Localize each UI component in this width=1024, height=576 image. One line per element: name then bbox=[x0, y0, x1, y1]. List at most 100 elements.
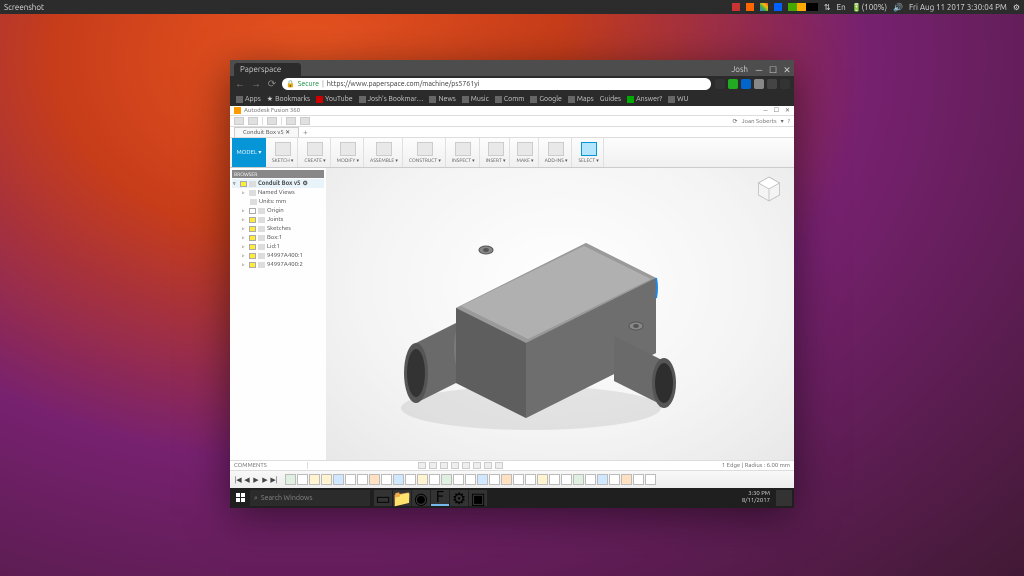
fusion-user-name[interactable]: Joan Soberts bbox=[742, 118, 777, 125]
timeline-feature[interactable] bbox=[525, 474, 536, 485]
taskbar-explorer-icon[interactable]: 📁 bbox=[393, 490, 411, 506]
timeline-feature[interactable] bbox=[477, 474, 488, 485]
browser-item[interactable]: ▹Named Views bbox=[232, 188, 324, 197]
browser-item[interactable]: ▹Joints bbox=[232, 215, 324, 224]
display-button[interactable] bbox=[473, 462, 481, 469]
ribbon-assemble[interactable]: ASSEMBLE ▾ bbox=[366, 138, 403, 167]
bookmark-item[interactable]: Comm bbox=[495, 95, 524, 103]
timeline-feature[interactable] bbox=[585, 474, 596, 485]
orbit-button[interactable] bbox=[418, 462, 426, 469]
bookmark-item[interactable]: Answer? bbox=[627, 95, 662, 103]
timeline-feature[interactable] bbox=[441, 474, 452, 485]
doc-tab[interactable]: Conduit Box v5 ✕ bbox=[234, 127, 299, 137]
bookmark-item[interactable]: ★Bookmarks bbox=[267, 95, 310, 103]
tray-network-icon[interactable]: ⇅ bbox=[824, 3, 831, 12]
zoom-button[interactable] bbox=[451, 462, 459, 469]
fusion-timeline[interactable]: |◀ ◀ ▶ ▶ ▶| bbox=[230, 470, 794, 488]
timeline-feature[interactable] bbox=[405, 474, 416, 485]
timeline-feature[interactable] bbox=[369, 474, 380, 485]
qat-file-button[interactable] bbox=[248, 117, 258, 125]
qat-undo-button[interactable] bbox=[286, 117, 296, 125]
timeline-feature[interactable] bbox=[537, 474, 548, 485]
fusion-3d-viewport[interactable] bbox=[326, 168, 794, 460]
timeline-feature[interactable] bbox=[645, 474, 656, 485]
tray-dropbox-icon[interactable] bbox=[774, 3, 782, 11]
timeline-feature[interactable] bbox=[609, 474, 620, 485]
timeline-feature[interactable] bbox=[597, 474, 608, 485]
taskbar-settings-icon[interactable]: ⚙ bbox=[450, 490, 468, 506]
bookmark-item[interactable]: Music bbox=[462, 95, 489, 103]
ribbon-make[interactable]: MAKE ▾ bbox=[512, 138, 538, 167]
ribbon-insert[interactable]: INSERT ▾ bbox=[482, 138, 511, 167]
chrome-tab-paperspace[interactable]: Paperspace bbox=[234, 63, 301, 76]
bookmark-apps[interactable]: Apps bbox=[236, 95, 261, 103]
timeline-feature[interactable] bbox=[429, 474, 440, 485]
ribbon-inspect[interactable]: INSPECT ▾ bbox=[448, 138, 480, 167]
ribbon-construct[interactable]: CONSTRUCT ▾ bbox=[405, 138, 446, 167]
timeline-feature[interactable] bbox=[297, 474, 308, 485]
workspace-switcher[interactable]: MODEL ▾ bbox=[232, 138, 266, 167]
timeline-feature[interactable] bbox=[501, 474, 512, 485]
view-cube[interactable] bbox=[754, 174, 784, 204]
timeline-feature[interactable] bbox=[561, 474, 572, 485]
timeline-play-button[interactable]: ▶ bbox=[252, 476, 260, 484]
timeline-start-button[interactable]: |◀ bbox=[234, 476, 242, 484]
ribbon-sketch[interactable]: SKETCH ▾ bbox=[268, 138, 298, 167]
browser-item[interactable]: ▹94997A400:2 bbox=[232, 260, 324, 269]
browser-item[interactable]: ▹Lid:1 bbox=[232, 242, 324, 251]
ribbon-modify[interactable]: MODIFY ▾ bbox=[333, 138, 364, 167]
extension-icon[interactable] bbox=[754, 79, 764, 89]
extension-icon[interactable] bbox=[741, 79, 751, 89]
window-close-button[interactable]: ✕ bbox=[780, 64, 794, 76]
start-button[interactable] bbox=[232, 490, 250, 506]
browser-root[interactable]: ▿Conduit Box v5⚙ bbox=[232, 179, 324, 188]
fit-button[interactable] bbox=[462, 462, 470, 469]
tray-gear-icon[interactable]: ⚙ bbox=[1013, 3, 1020, 12]
browser-item[interactable]: Units: mm bbox=[232, 197, 324, 206]
window-maximize-button[interactable]: ☐ bbox=[766, 64, 780, 76]
tray-system-monitor[interactable] bbox=[788, 3, 818, 11]
windows-clock[interactable]: 3:30 PM 8/11/2017 bbox=[736, 491, 776, 504]
browser-item[interactable]: ▹Sketches bbox=[232, 224, 324, 233]
forward-button[interactable]: → bbox=[250, 78, 262, 90]
browser-item[interactable]: ▹Origin bbox=[232, 206, 324, 215]
timeline-feature[interactable] bbox=[573, 474, 584, 485]
timeline-feature[interactable] bbox=[321, 474, 332, 485]
bookmark-item[interactable]: Josh's Bookmar… bbox=[359, 95, 424, 103]
bookmark-item[interactable]: Maps bbox=[568, 95, 594, 103]
taskbar-app-icon[interactable]: ▣ bbox=[469, 490, 487, 506]
timeline-feature[interactable] bbox=[381, 474, 392, 485]
reload-button[interactable]: ⟳ bbox=[266, 78, 278, 90]
grid-button[interactable] bbox=[484, 462, 492, 469]
comments-panel-toggle[interactable]: COMMENTS bbox=[234, 462, 308, 469]
tray-language[interactable]: En bbox=[837, 3, 846, 12]
bookmark-item[interactable]: YouTube bbox=[316, 95, 353, 103]
tray-indicator-icon[interactable] bbox=[732, 3, 740, 11]
browser-item[interactable]: ▹94997A400:1 bbox=[232, 251, 324, 260]
tray-mail-icon[interactable] bbox=[746, 3, 754, 11]
fusion-browser-panel[interactable]: BROWSER ▿Conduit Box v5⚙ ▹Named Views Un… bbox=[230, 168, 326, 460]
tray-volume-icon[interactable]: 🔊 bbox=[893, 3, 903, 12]
chrome-profile-badge[interactable]: Josh bbox=[727, 63, 752, 76]
timeline-feature[interactable] bbox=[393, 474, 404, 485]
extension-icon[interactable] bbox=[728, 79, 738, 89]
taskbar-chrome-icon[interactable]: ◉ bbox=[412, 490, 430, 506]
timeline-feature[interactable] bbox=[621, 474, 632, 485]
chrome-menu-icon[interactable] bbox=[780, 79, 790, 89]
bookmark-item[interactable]: Guides bbox=[600, 95, 621, 103]
timeline-feature[interactable] bbox=[333, 474, 344, 485]
timeline-feature[interactable] bbox=[549, 474, 560, 485]
help-icon[interactable]: ? bbox=[788, 118, 790, 125]
fusion-close-button[interactable]: ✕ bbox=[785, 107, 790, 114]
timeline-end-button[interactable]: ▶| bbox=[270, 476, 278, 484]
timeline-feature[interactable] bbox=[489, 474, 500, 485]
job-status-icon[interactable]: ⟳ bbox=[733, 118, 738, 125]
bookmark-item[interactable]: Google bbox=[530, 95, 562, 103]
ribbon-addins[interactable]: ADD-INS ▾ bbox=[541, 138, 573, 167]
ribbon-select[interactable]: SELECT ▾ bbox=[574, 138, 603, 167]
tray-chrome-icon[interactable] bbox=[760, 3, 768, 11]
timeline-feature[interactable] bbox=[513, 474, 524, 485]
tray-battery[interactable]: 🔋(100%) bbox=[852, 3, 887, 12]
qat-save-button[interactable] bbox=[267, 117, 277, 125]
bookmark-item[interactable]: News bbox=[429, 95, 455, 103]
